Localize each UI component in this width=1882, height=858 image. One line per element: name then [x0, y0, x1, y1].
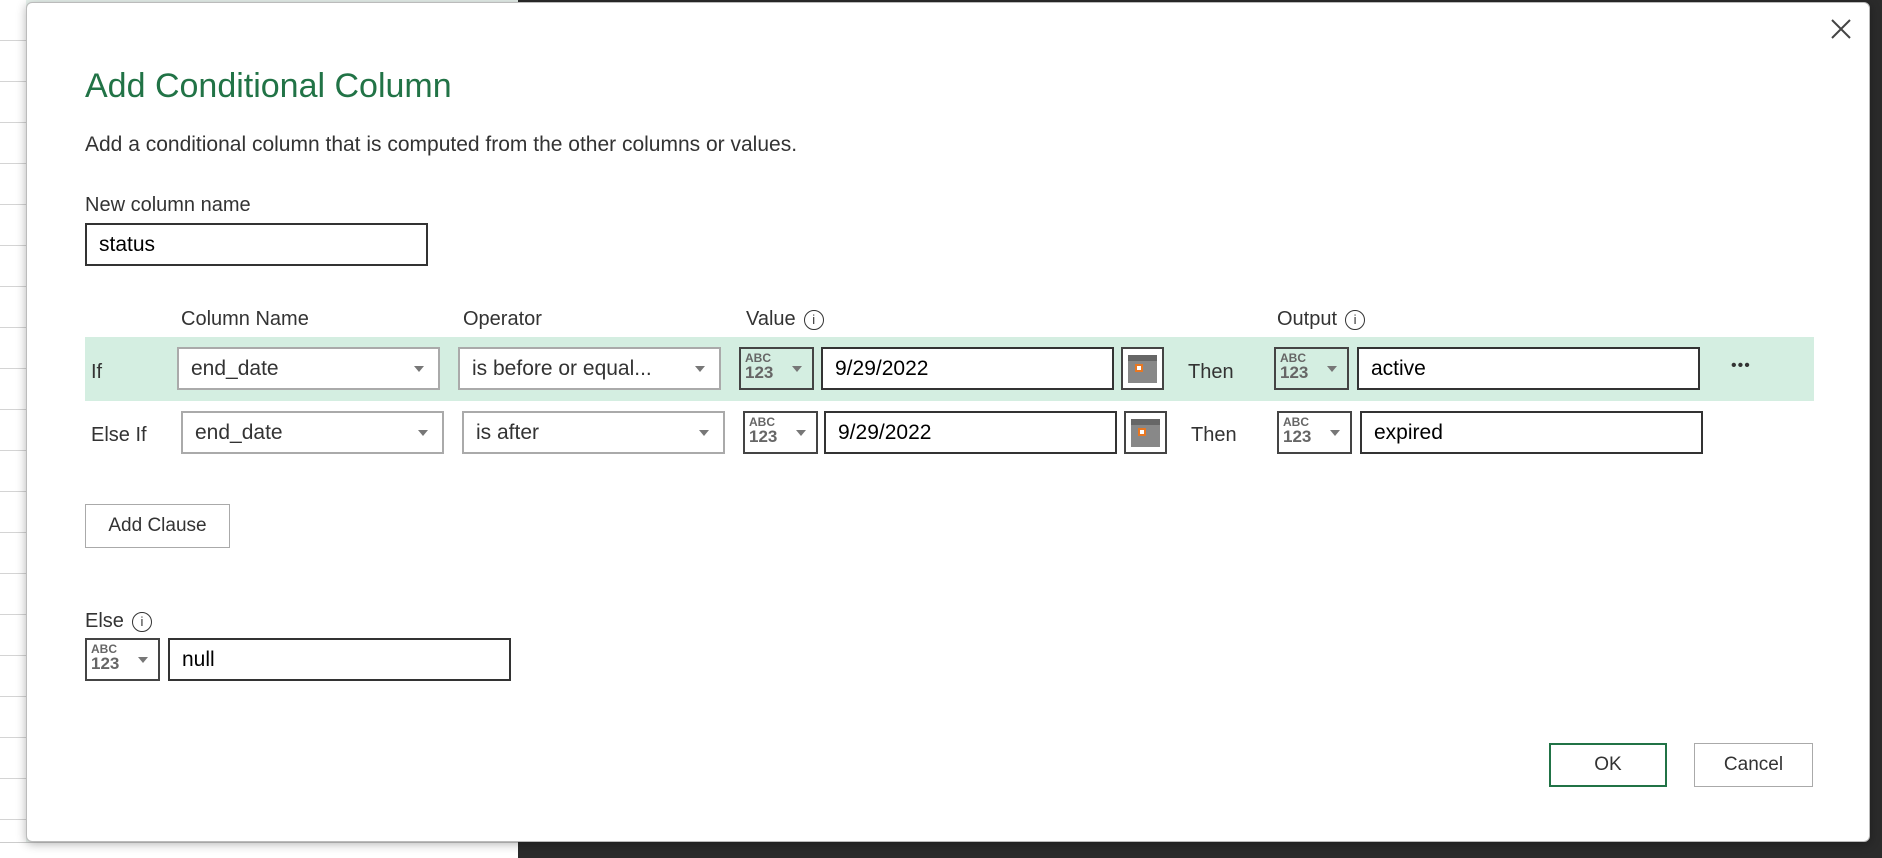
else-if-column-dropdown[interactable]: end_date [181, 411, 444, 454]
dialog-subtitle: Add a conditional column that is compute… [85, 133, 798, 156]
chevron-down-icon [418, 429, 428, 436]
status-strip [0, 842, 518, 858]
else-if-operator-value: is after [476, 420, 540, 444]
chevron-down-icon [1327, 365, 1337, 372]
more-options-icon[interactable]: ••• [1731, 357, 1751, 375]
abc-123-icon-digits: 123 [91, 654, 120, 673]
chevron-down-icon [695, 365, 705, 372]
chevron-down-icon [1330, 429, 1340, 436]
if-operator-value: is before or equal... [472, 356, 652, 380]
calendar-icon[interactable] [1121, 347, 1164, 390]
column-name-header: Column Name [181, 308, 309, 330]
abc-123-icon-digits: 123 [745, 363, 774, 382]
else-if-then-label: Then [1191, 424, 1237, 446]
else-type-dropdown[interactable]: ABC 123 [85, 638, 160, 681]
spreadsheet-grid [0, 0, 26, 858]
info-icon[interactable]: i [803, 309, 824, 330]
if-value-input[interactable]: 9/29/2022 [821, 347, 1114, 390]
else-if-value-type-dropdown[interactable]: ABC 123 [743, 411, 818, 454]
if-value-type-dropdown[interactable]: ABC 123 [739, 347, 814, 390]
operator-header: Operator [463, 308, 542, 330]
chevron-down-icon [792, 365, 802, 372]
chevron-down-icon [138, 656, 148, 663]
cancel-button[interactable]: Cancel [1694, 743, 1813, 787]
if-label: If [91, 361, 103, 383]
else-label: Else i [85, 610, 152, 633]
else-if-value-input[interactable]: 9/29/2022 [824, 411, 1117, 454]
abc-123-icon-digits: 123 [749, 427, 778, 446]
value-header: Value i [746, 308, 824, 331]
output-header-label: Output [1277, 308, 1338, 330]
add-clause-button[interactable]: Add Clause [85, 504, 230, 548]
info-icon[interactable]: i [1345, 309, 1366, 330]
else-if-output-type-dropdown[interactable]: ABC 123 [1277, 411, 1352, 454]
else-if-operator-dropdown[interactable]: is after [462, 411, 725, 454]
else-if-column-value: end_date [195, 420, 283, 444]
calendar-icon[interactable] [1124, 411, 1167, 454]
else-if-output-input[interactable]: expired [1360, 411, 1703, 454]
else-label-text: Else [85, 610, 124, 632]
if-output-input[interactable]: active [1357, 347, 1700, 390]
if-output-type-dropdown[interactable]: ABC 123 [1274, 347, 1349, 390]
close-icon[interactable] [1827, 15, 1855, 43]
chevron-down-icon [699, 429, 709, 436]
chevron-down-icon [414, 365, 424, 372]
else-value-input[interactable]: null [168, 638, 511, 681]
if-column-dropdown[interactable]: end_date [177, 347, 440, 390]
output-header: Output i [1277, 308, 1366, 331]
new-column-name-label: New column name [85, 194, 251, 216]
ok-button[interactable]: OK [1549, 743, 1667, 787]
dialog-title: Add Conditional Column [85, 67, 452, 105]
add-conditional-column-dialog: Add Conditional Column Add a conditional… [26, 2, 1870, 842]
if-column-value: end_date [191, 356, 279, 380]
else-if-label: Else If [91, 424, 147, 446]
chevron-down-icon [796, 429, 806, 436]
value-header-label: Value [746, 308, 796, 330]
if-then-label: Then [1188, 361, 1234, 383]
if-operator-dropdown[interactable]: is before or equal... [458, 347, 721, 390]
new-column-name-input[interactable]: status [85, 223, 428, 266]
info-icon[interactable]: i [131, 611, 152, 632]
abc-123-icon-digits: 123 [1280, 363, 1309, 382]
abc-123-icon-digits: 123 [1283, 427, 1312, 446]
